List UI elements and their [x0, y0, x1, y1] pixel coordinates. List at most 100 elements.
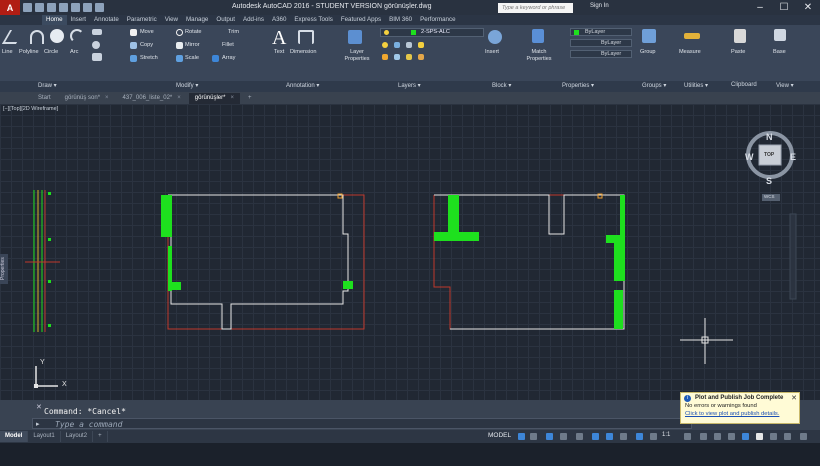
- file-tab-gorunusler[interactable]: görünüşler* ×: [188, 93, 240, 104]
- new-tab-button[interactable]: +: [242, 93, 258, 104]
- linetype-dropdown[interactable]: ByLayer: [570, 39, 632, 47]
- quick-properties-icon[interactable]: [728, 433, 735, 440]
- measure-icon[interactable]: [684, 33, 700, 39]
- circle-button[interactable]: Circle: [44, 49, 58, 55]
- sign-in-button[interactable]: Sign In: [590, 3, 609, 9]
- viewcube-south[interactable]: S: [766, 176, 772, 186]
- panel-draw[interactable]: Draw ▾: [38, 82, 57, 89]
- panel-annotation[interactable]: Annotation ▾: [286, 82, 319, 89]
- file-tab-gorunus-son[interactable]: görünüş son* ×: [59, 93, 115, 104]
- layer-on-icon[interactable]: [382, 42, 388, 48]
- menu-icon[interactable]: [800, 433, 807, 440]
- file-tab-start[interactable]: Start: [32, 93, 57, 104]
- minimize-button[interactable]: –: [748, 0, 772, 15]
- redo-icon[interactable]: [95, 3, 104, 12]
- object-snap-tracking-icon[interactable]: [592, 433, 599, 440]
- wcs-label[interactable]: WCS: [764, 194, 775, 199]
- base-view-icon[interactable]: [774, 29, 786, 41]
- paste-icon[interactable]: [734, 29, 746, 43]
- layout-tab-layout2[interactable]: Layout2: [61, 431, 94, 442]
- arc-icon[interactable]: [70, 29, 84, 43]
- close-tab-icon[interactable]: ×: [105, 95, 109, 101]
- workspace-gear-icon[interactable]: [684, 433, 691, 440]
- circle-icon[interactable]: [50, 29, 64, 43]
- layer-walk-icon[interactable]: [406, 54, 412, 60]
- rotate-button[interactable]: Rotate: [185, 29, 201, 35]
- layer-match-icon[interactable]: [382, 54, 388, 60]
- fillet-button[interactable]: Fillet: [222, 42, 234, 48]
- tab-home[interactable]: Home: [42, 15, 67, 25]
- add-layout-button[interactable]: +: [93, 431, 108, 442]
- annotation-monitor-icon[interactable]: [700, 433, 707, 440]
- panel-modify[interactable]: Modify ▾: [176, 82, 198, 89]
- layout-tab-layout1[interactable]: Layout1: [28, 431, 61, 442]
- panel-layers[interactable]: Layers ▾: [398, 82, 421, 89]
- layer-lock-icon[interactable]: [406, 42, 412, 48]
- units-icon[interactable]: [714, 433, 721, 440]
- panel-properties[interactable]: Properties ▾: [562, 82, 594, 89]
- layer-dropdown[interactable]: 2-SPS-ALC: [380, 28, 484, 37]
- measure-button[interactable]: Measure: [679, 49, 701, 55]
- layer-properties-icon[interactable]: [348, 30, 362, 44]
- tab-insert[interactable]: Insert: [67, 15, 90, 25]
- hardware-acceleration-icon[interactable]: [756, 433, 763, 440]
- color-dropdown[interactable]: ByLayer: [570, 28, 632, 36]
- polyline-button[interactable]: Polyline: [19, 49, 39, 55]
- panel-view[interactable]: View ▾: [776, 82, 794, 89]
- panel-utilities[interactable]: Utilities ▾: [684, 82, 708, 89]
- layer-previous-icon[interactable]: [394, 54, 400, 60]
- tab-a360[interactable]: A360: [268, 15, 290, 25]
- dimension-icon[interactable]: [298, 30, 314, 44]
- grid-icon[interactable]: [518, 433, 525, 440]
- panel-clipboard[interactable]: Clipboard: [731, 82, 757, 88]
- lineweight-icon[interactable]: [620, 433, 627, 440]
- close-tab-icon[interactable]: ×: [230, 95, 234, 101]
- group-button[interactable]: Group: [640, 49, 656, 55]
- open-icon[interactable]: [35, 3, 44, 12]
- close-button[interactable]: ✕: [796, 0, 820, 15]
- panel-groups[interactable]: Groups ▾: [642, 82, 666, 89]
- clean-screen-icon[interactable]: [770, 433, 777, 440]
- lineweight-dropdown[interactable]: ByLayer: [570, 50, 632, 58]
- insert-block-button[interactable]: Insert: [485, 49, 499, 55]
- layer-freeze-icon[interactable]: [394, 42, 400, 48]
- save-icon[interactable]: [47, 3, 56, 12]
- dimension-button[interactable]: Dimension: [290, 49, 316, 55]
- scale-button[interactable]: Scale: [185, 55, 199, 61]
- tab-output[interactable]: Output: [212, 15, 239, 25]
- paste-button[interactable]: Paste: [731, 49, 745, 55]
- isodraft-icon[interactable]: [576, 433, 583, 440]
- tab-performance[interactable]: Performance: [416, 15, 459, 25]
- close-notification-icon[interactable]: ✕: [791, 394, 797, 402]
- viewcube-north[interactable]: N: [766, 132, 773, 142]
- file-tab-liste[interactable]: 437_006_liste_02* ×: [117, 93, 187, 104]
- tab-featured-apps[interactable]: Featured Apps: [337, 15, 385, 25]
- gradient-icon[interactable]: [92, 53, 102, 61]
- close-tab-icon[interactable]: ×: [177, 95, 181, 101]
- isolate-objects-icon[interactable]: [742, 433, 749, 440]
- stretch-button[interactable]: Stretch: [140, 55, 158, 61]
- tab-manage[interactable]: Manage: [182, 15, 212, 25]
- mirror-button[interactable]: Mirror: [185, 42, 200, 48]
- close-command-icon[interactable]: ✕: [36, 403, 42, 411]
- tab-bim-360[interactable]: BIM 360: [385, 15, 416, 25]
- match-properties-icon[interactable]: [532, 29, 544, 43]
- layer-properties-button[interactable]: Layer Properties: [342, 49, 372, 63]
- hatch-icon[interactable]: [92, 41, 100, 49]
- tab-parametric[interactable]: Parametric: [123, 15, 161, 25]
- object-snap-icon[interactable]: [606, 433, 613, 440]
- tab-view[interactable]: View: [161, 15, 182, 25]
- panel-block[interactable]: Block ▾: [492, 82, 511, 89]
- drawing-canvas[interactable]: [−][Top][2D Wireframe] Properties N S E …: [0, 104, 820, 400]
- line-button[interactable]: Line: [2, 49, 13, 55]
- plot-icon[interactable]: [71, 3, 80, 12]
- match-properties-button[interactable]: Match Properties: [525, 49, 553, 63]
- tab-express-tools[interactable]: Express Tools: [290, 15, 336, 25]
- group-icon[interactable]: [642, 29, 656, 43]
- text-icon[interactable]: A: [272, 28, 288, 48]
- copy-button[interactable]: Copy: [140, 42, 153, 48]
- model-space-toggle[interactable]: MODEL: [488, 432, 511, 439]
- application-menu-button[interactable]: A: [0, 0, 20, 15]
- tab-add-ins[interactable]: Add-ins: [239, 15, 268, 25]
- layout-tab-model[interactable]: Model: [0, 431, 29, 442]
